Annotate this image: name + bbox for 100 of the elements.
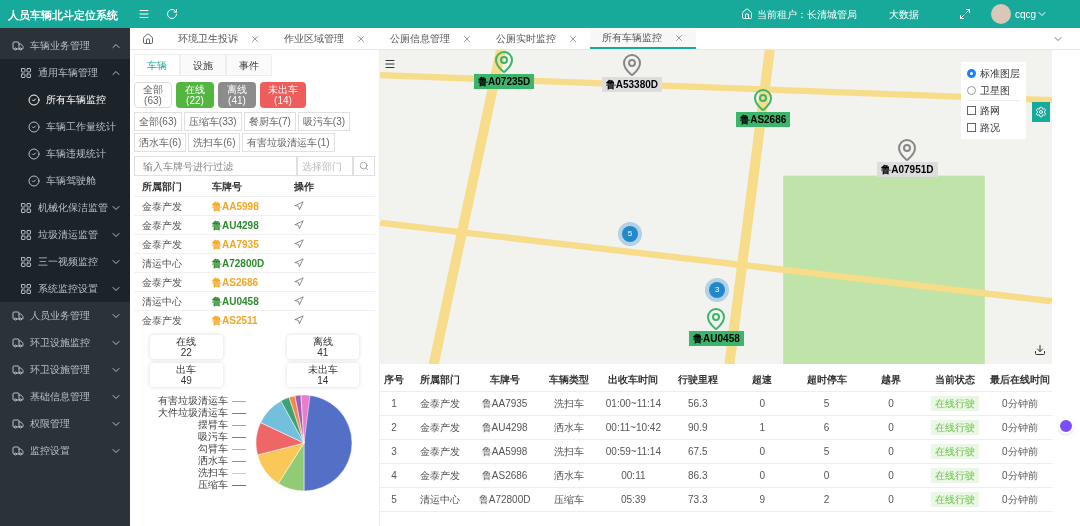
page-tab[interactable]: 公厕实时监控: [484, 28, 590, 49]
overlay-checkbox[interactable]: [967, 123, 976, 132]
page-tab[interactable]: 公厕信息管理: [378, 28, 484, 49]
pie-label: 吸污车: [198, 431, 228, 443]
table-cell-text: 00:11~10:42: [604, 421, 662, 435]
close-icon[interactable]: [462, 33, 472, 44]
type-filter-button[interactable]: 有害垃圾清运车(1): [242, 133, 335, 152]
table-cell-text: 4: [390, 469, 398, 483]
menu-item-icon: [28, 93, 40, 106]
type-filter-button[interactable]: 餐厨车(7): [243, 112, 296, 131]
sidebar-item[interactable]: 垃圾清运监管: [0, 221, 130, 248]
table-cell-text: 5: [822, 445, 831, 459]
menu-item-icon: [20, 255, 32, 268]
sidebar-item[interactable]: 车辆驾驶舱: [0, 167, 130, 194]
table-cell-text: 86.3: [687, 469, 709, 483]
overlay-checkbox[interactable]: [967, 106, 976, 115]
search-button[interactable]: [353, 156, 375, 176]
table-cell-text: 67.5: [687, 445, 709, 459]
cluster-marker[interactable]: 5: [621, 225, 638, 242]
type-filter-button[interactable]: 吸污车(3): [297, 112, 351, 131]
vehicle-row[interactable]: 金泰产发 鲁AA7935: [134, 234, 375, 253]
close-icon[interactable]: [250, 33, 260, 44]
plate-search-field[interactable]: 输入车牌号进行过滤: [134, 156, 297, 176]
floating-assistant-button[interactable]: [1058, 418, 1074, 434]
download-icon[interactable]: [1034, 344, 1046, 356]
sidebar-item[interactable]: 系统监控设置: [0, 275, 130, 302]
cluster-marker[interactable]: 3: [709, 282, 726, 299]
avatar[interactable]: [990, 4, 1011, 24]
layer-radio[interactable]: [967, 86, 976, 95]
plate-label: 鲁AU0458: [689, 331, 744, 347]
status-filter-button[interactable]: 全部 (63): [134, 82, 172, 108]
close-icon[interactable]: [674, 32, 684, 43]
map-placeholder[interactable]: 鲁A07235D 鲁A53380D 鲁AS2686 鲁A07951D 鲁AU0458 5 3 标准图层 卫星图 路网 路况: [380, 50, 1052, 364]
table-cell-text: 0: [887, 469, 895, 483]
sidebar-item[interactable]: 车辆违规统计: [0, 140, 130, 167]
table-cell-text: 洒水车: [553, 469, 585, 483]
table-cell-text: 1: [390, 397, 398, 411]
sidebar-item[interactable]: 环卫设施管理: [0, 356, 130, 383]
table-cell-text: 2: [390, 421, 398, 435]
table-cell-text: 0: [887, 397, 895, 411]
sidebar-item[interactable]: 所有车辆监控: [0, 86, 130, 113]
home-icon: [740, 8, 753, 20]
sidebar-item[interactable]: 车辆工作量统计: [0, 113, 130, 140]
close-icon[interactable]: [356, 33, 366, 44]
sidebar-item[interactable]: 基础信息管理: [0, 383, 130, 410]
layer-radio[interactable]: [967, 69, 976, 78]
sidebar-item[interactable]: 监控设置: [0, 437, 130, 464]
type-filter-button[interactable]: 全部(63): [134, 112, 182, 131]
stat-value: 14: [317, 375, 329, 386]
overlay-label: 路况: [980, 121, 1000, 135]
home-icon[interactable]: [142, 32, 154, 45]
settings-icon: [1035, 106, 1047, 118]
type-filter-button[interactable]: 洒水车(6): [134, 133, 187, 152]
table-cell-text: 2: [822, 493, 831, 507]
sidebar-item[interactable]: 通用车辆管理: [0, 59, 130, 86]
close-icon[interactable]: [568, 33, 578, 44]
status-tag: 在线行驶: [931, 492, 980, 507]
plate-label: 鲁A53380D: [601, 77, 662, 93]
refresh-icon[interactable]: [166, 8, 178, 20]
table-cell-text: 洗扫车: [553, 445, 585, 459]
table-cell-text: 9: [758, 493, 766, 507]
table-cell-text: 0: [822, 469, 831, 483]
page-tab[interactable]: 作业区域管理: [272, 28, 378, 49]
table-cell-text: 0: [887, 421, 895, 435]
vehicle-row[interactable]: 清运中心 鲁AU0458: [134, 291, 375, 310]
sidebar-item[interactable]: 权限管理: [0, 410, 130, 437]
panel-tab[interactable]: 设施: [180, 54, 226, 76]
pie-label: 压缩车: [198, 479, 228, 491]
sidebar-item[interactable]: 环卫设施监控: [0, 329, 130, 356]
type-filter-button[interactable]: 压缩车(33): [183, 112, 242, 131]
vehicle-row[interactable]: 金泰产发 鲁AS2511: [134, 310, 375, 329]
department-cell-text: 金泰产发: [141, 275, 183, 290]
column-header: 超速: [751, 373, 774, 387]
plate-cell-text: 鲁AA5998: [212, 199, 260, 214]
sidebar-item[interactable]: 车辆业务管理: [0, 32, 130, 59]
vehicle-row[interactable]: 金泰产发 鲁AU4298: [134, 215, 375, 234]
column-header: 越界: [880, 373, 902, 387]
vehicle-row[interactable]: 金泰产发 鲁AS2686: [134, 272, 375, 291]
sidebar-item[interactable]: 机械化保洁监管: [0, 194, 130, 221]
settings-button[interactable]: [1032, 102, 1050, 122]
sidebar-item[interactable]: 人员业务管理: [0, 302, 130, 329]
type-filter-button[interactable]: 洗扫车(6): [188, 133, 241, 152]
menu-icon[interactable]: [384, 58, 396, 70]
table-cell-text: 73.3: [687, 493, 709, 507]
panel-tab[interactable]: 事件: [226, 54, 272, 76]
fullscreen-icon[interactable]: [958, 8, 971, 20]
overlay-label: 路网: [980, 104, 1000, 118]
menu-item-icon: [12, 39, 24, 52]
sidebar-item[interactable]: 三一视频监控: [0, 248, 130, 275]
menu-item-icon: [12, 309, 24, 322]
layer-label: 标准图层: [980, 67, 1020, 81]
menu-item-icon: [20, 228, 32, 241]
plate-cell-text: 鲁AU0458: [212, 294, 260, 309]
vehicle-row[interactable]: 金泰产发 鲁AA5998: [134, 196, 375, 215]
table-cell-text: 鲁AS2686: [480, 469, 529, 483]
page-tab[interactable]: 所有车辆监控: [590, 28, 696, 49]
vehicle-row[interactable]: 清运中心 鲁A72800D: [134, 253, 375, 272]
page-tab[interactable]: 环境卫生投诉: [166, 28, 272, 49]
table-cell-text: 01:00~11:14: [604, 397, 662, 411]
table-cell-text: 金泰产发: [419, 421, 462, 435]
